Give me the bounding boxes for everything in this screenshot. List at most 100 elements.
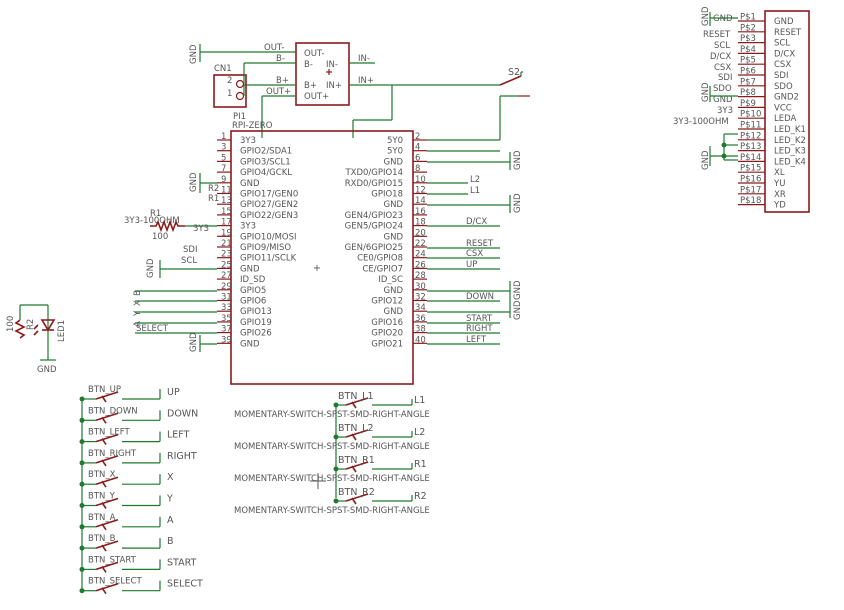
disp-pin-name-9: VCC — [774, 103, 792, 113]
disp-pin-num-17: P$17 — [740, 185, 761, 195]
btn-right-junction — [79, 460, 85, 466]
pi-net-x: X — [133, 300, 143, 306]
btn-r2-net: R2 — [414, 491, 427, 502]
pi-right-pin-name-16: GEN4/GPIO23 — [345, 211, 403, 221]
btn-y-name: BTN_Y — [88, 492, 116, 502]
pi-right-pin-name-6: GND — [384, 157, 404, 167]
pi-origin-mark: + — [313, 263, 321, 274]
btn-l2-value: MOMENTARY-SWITCH-SPST-SMD-RIGHT-ANGLE — [234, 442, 430, 452]
pi-right-pin-name-20: GND — [384, 232, 404, 242]
pi-left-pin-num-1: 1 — [221, 132, 226, 142]
switch-s2: S2 — [261, 67, 530, 138]
disp-pin-num-12: P$12 — [740, 131, 761, 141]
pi-value: RPI-ZERO — [232, 121, 273, 131]
pi-right-pin-name-36: GPIO16 — [371, 318, 403, 328]
pi-left-pin-name-13: GPIO27/GEN2 — [240, 200, 298, 210]
btn-r1-net: R1 — [414, 459, 427, 470]
pm-net-b-minus: B- — [276, 54, 285, 64]
pi-right-pin-num-26: 26 — [415, 260, 426, 270]
pi-net-up: UP — [466, 260, 477, 270]
pi-net-scl: SCL — [181, 256, 197, 266]
btn-select-net: SELECT — [167, 579, 203, 590]
disp-gnd-top: GND — [701, 6, 711, 26]
pi-gnd-right-4: GND — [513, 300, 523, 320]
btn-up-name: BTN_UP — [88, 385, 121, 395]
disp-pin-num-15: P$15 — [740, 164, 761, 174]
buttons-shoulder: BTN_L1 L1 MOMENTARY-SWITCH-SPST-SMD-RIGHT-… — [234, 391, 430, 516]
pi-right-pin-name-26: CE/GPIO7 — [363, 264, 404, 274]
pi-left-pin-num-17: 17 — [221, 218, 232, 228]
btn-a-net: A — [167, 515, 174, 526]
pi-right-pin-name-14: GND — [384, 200, 404, 210]
pi-left-pin-name-9: GND — [240, 179, 260, 189]
r2-zigzag — [14, 319, 26, 339]
resistor-r1: R1 3Y3-100OHM 100 — [124, 209, 185, 242]
disp-net-3y3: 3Y3 — [717, 106, 733, 116]
disp-net-sdi: SDI — [718, 73, 732, 83]
disp-pin-name-18: YD — [773, 201, 786, 211]
btn-b-junction — [79, 545, 85, 551]
btn-start-junction — [79, 566, 85, 572]
disp-pin-name-15: XL — [774, 168, 785, 178]
pm-pin-out-plus: OUT+ — [304, 92, 329, 102]
pi-right-nets: GND L2 L1 GND D/CX RESET CSX UP GND GND … — [427, 95, 523, 345]
pi-left-pin-name-19: GPIO10/MOSI — [240, 232, 297, 242]
pm-pin-in-minus: IN- — [326, 60, 338, 70]
pi-left-pin-num-21: 21 — [221, 239, 232, 249]
btn-b-net: B — [167, 536, 174, 547]
btn-a-junction — [79, 524, 85, 530]
pi-right-pin-num-4: 4 — [415, 143, 420, 153]
btn-y-junction — [79, 503, 85, 508]
pi-net-csx: CSX — [466, 249, 483, 259]
pi-right-pin-num-14: 14 — [415, 196, 426, 206]
pi-left-pin-num-9: 9 — [221, 175, 226, 185]
pi-right-pin-name-32: GPIO12 — [371, 297, 403, 307]
pi-left-pin-num-29: 29 — [221, 282, 232, 292]
btn-up-net: UP — [167, 387, 180, 398]
pi-left-pin-name-3: GPIO2/SDA1 — [240, 147, 292, 157]
disp-pin-num-10: P$10 — [740, 110, 761, 120]
disp-gnd-mid: GND — [701, 82, 711, 102]
disp-pin-name-6: SDI — [774, 71, 788, 81]
pi-net-r2: R2 — [208, 184, 219, 194]
btn-x-name: BTN_X — [88, 470, 116, 480]
disp-pin-name-11: LED_K1 — [774, 125, 806, 135]
pi-net-l2: L2 — [470, 175, 480, 185]
btn-b-name: BTN_B — [88, 534, 116, 544]
btn-left-junction — [79, 439, 85, 445]
disp-gnd-bottom: GND — [701, 150, 711, 170]
pm-net-b-plus: B+ — [276, 76, 289, 86]
disp-pin-name-2: RESET — [774, 28, 802, 38]
btn-r2-value: MOMENTARY-SWITCH-SPST-SMD-RIGHT-ANGLE — [234, 506, 430, 516]
btn-start-net: START — [167, 557, 197, 568]
pi-right-pin-name-40: GPIO21 — [371, 339, 403, 349]
schematic-canvas: P$1 GND P$2 RESET P$3 SCL P$4 D/CX P$5 CSX P$6 SDI P… — [6, 6, 810, 595]
disp-net-gnd: GND — [713, 14, 733, 24]
disp-pin-num-2: P$2 — [740, 23, 756, 33]
pi-left-nets: GND R2 R1 3Y3 SDI SCL GND B X Y A SELECT… — [133, 172, 219, 352]
pi-left-pin-name-15: GPIO22/GEN3 — [240, 211, 298, 221]
btn-l2-name: BTN_L2 — [338, 423, 374, 434]
pi-left-pin-name-29: GPIO5 — [240, 286, 266, 296]
pi-net-left: LEFT — [466, 335, 487, 345]
pi-right-pin-num-2: 2 — [415, 132, 420, 142]
led1: 100 R2 LED1 GND — [6, 304, 67, 375]
pi-right-pin-name-30: GND — [384, 286, 404, 296]
btn-r1-junction — [333, 466, 339, 472]
btn-l2-net: L2 — [414, 427, 425, 438]
pi-net-start: START — [466, 314, 493, 324]
disp-pin-num-4: P$4 — [740, 45, 756, 55]
pi-right-pin-name-28: ID_SC — [378, 275, 403, 285]
btn-up-junction — [79, 396, 85, 402]
pi-gnd-left-1: GND — [189, 172, 199, 192]
disp-net-scl: SCL — [714, 41, 730, 51]
led1-gnd: GND — [37, 365, 57, 375]
pi-right-pin-num-6: 6 — [415, 153, 420, 163]
pi-left-pin-num-37: 37 — [221, 325, 232, 335]
btn-left-name: BTN_LEFT — [88, 428, 130, 438]
disp-pin-num-8: P$8 — [740, 88, 756, 98]
pi-right-pin-num-12: 12 — [415, 186, 426, 196]
pi-left-pin-num-23: 23 — [221, 250, 232, 260]
btn-r1-name: BTN_R1 — [338, 455, 375, 466]
pi-right-pin-num-40: 40 — [415, 335, 426, 345]
